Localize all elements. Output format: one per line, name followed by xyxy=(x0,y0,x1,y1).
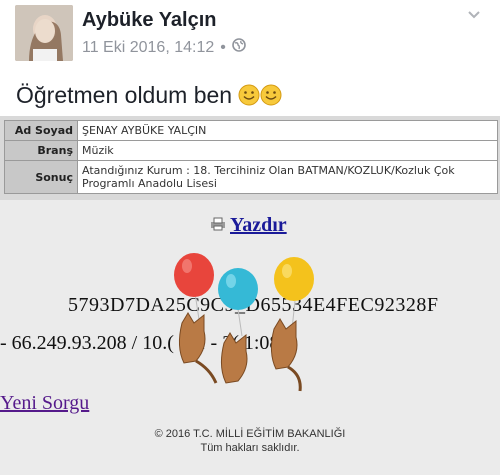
table-row: Ad Soyad ŞENAY AYBÜKE YALÇIN xyxy=(4,120,498,141)
public-globe-icon[interactable] xyxy=(232,38,246,57)
birthday-balloons-overlay xyxy=(174,253,314,392)
balloon-cyan-icon xyxy=(218,268,258,337)
footer-copyright: © 2016 T.C. MİLLİ EĞİTİM BAKANLIĞI xyxy=(154,428,346,440)
row-value: ŞENAY AYBÜKE YALÇIN xyxy=(77,120,498,141)
chevron-down-icon[interactable] xyxy=(466,6,482,22)
row-label: Branş xyxy=(4,140,78,161)
post-meta: 11 Eki 2016, 14:12 • xyxy=(82,38,246,57)
result-table: Ad Soyad ŞENAY AYBÜKE YALÇIN Branş Müzik… xyxy=(4,120,498,194)
balloon-red-icon xyxy=(174,253,214,327)
attached-screenshot[interactable]: Ad Soyad ŞENAY AYBÜKE YALÇIN Branş Müzik… xyxy=(0,116,500,475)
row-value: Müzik xyxy=(77,140,498,161)
footer-rights: Tüm hakları saklıdır. xyxy=(200,442,300,454)
row-label: Sonuç xyxy=(4,160,78,194)
print-link[interactable]: Yazdır xyxy=(210,214,287,237)
meta-separator: • xyxy=(220,38,226,56)
post-text: Öğretmen oldum ben xyxy=(16,82,282,112)
table-row: Sonuç Atandığınız Kurum : 18. Tercihiniz… xyxy=(4,160,498,194)
avatar[interactable] xyxy=(15,5,73,61)
row-label: Ad Soyad xyxy=(4,120,78,141)
post-timestamp[interactable]: 11 Eki 2016, 14:12 xyxy=(82,39,214,57)
result-table-area: Ad Soyad ŞENAY AYBÜKE YALÇIN Branş Müzik… xyxy=(0,116,500,200)
printer-icon xyxy=(210,214,226,237)
smiling-face-icon xyxy=(238,84,260,112)
smiling-face-icon xyxy=(260,84,282,112)
post-header: Aybüke Yalçın 11 Eki 2016, 14:12 • xyxy=(0,0,500,64)
table-row: Branş Müzik xyxy=(4,140,498,161)
author-name[interactable]: Aybüke Yalçın xyxy=(82,9,217,32)
row-value: Atandığınız Kurum : 18. Tercihiniz Olan … xyxy=(77,160,498,194)
post-text-content: Öğretmen oldum ben xyxy=(16,82,233,108)
new-query-link[interactable]: Yeni Sorgu xyxy=(0,392,89,415)
print-label[interactable]: Yazdır xyxy=(230,214,287,237)
